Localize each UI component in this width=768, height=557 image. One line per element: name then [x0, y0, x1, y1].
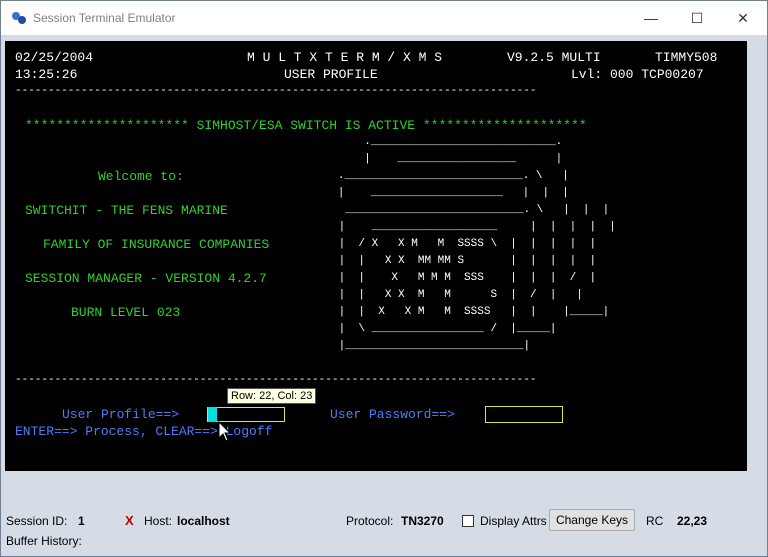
terminal-cursor: [208, 407, 217, 422]
host-value: localhost: [177, 514, 230, 528]
user-password-field[interactable]: [485, 406, 563, 423]
logo-line: | | X X M M S | / | |: [167, 289, 583, 301]
top-divider: ----------------------------------------…: [15, 85, 537, 97]
logo-line: | | X X M M SSSS | | |_____|: [167, 306, 610, 318]
terminal-time: 13:25:26: [15, 67, 78, 82]
logo-line: .____________________________.: [87, 136, 563, 148]
mouse-pointer-icon: [218, 421, 232, 442]
terminal-date: 02/25/2004: [15, 50, 94, 65]
window-title: Session Terminal Emulator: [33, 11, 176, 25]
logo-line: |___________________________|: [167, 340, 531, 352]
protocol-label: Protocol:: [346, 514, 394, 528]
buffer-history-label: Buffer History:: [6, 534, 82, 548]
protocol-value: TN3270: [401, 514, 444, 528]
logo-line: | __________________ |: [87, 153, 563, 165]
logo-line: | ___________________ | | | | |: [167, 221, 616, 233]
logo-line: | / X X M M SSSS \ | | | | |: [167, 238, 597, 250]
logo-line: | | X M M M SSS | | | / |: [167, 272, 597, 284]
minimize-button[interactable]: —: [628, 1, 674, 35]
change-keys-button[interactable]: Change Keys: [549, 509, 635, 531]
app-icon: [12, 12, 26, 24]
cursor-position-tooltip: Row: 22, Col: 23: [227, 388, 317, 404]
burn-level: BURN LEVEL 023: [71, 305, 181, 320]
terminal-screen[interactable]: 02/25/2004 M U L T X T E R M / X M S V9.…: [5, 41, 747, 471]
enter-clear-instructions: ENTER==> Process, CLEAR==> Logoff: [15, 424, 273, 439]
screen-title: USER PROFILE: [284, 67, 378, 82]
rc-value: 22,23: [677, 514, 708, 528]
logo-line: .___________________________. \ |: [87, 170, 569, 182]
maximize-button[interactable]: ☐: [674, 1, 720, 35]
user-profile-field[interactable]: [207, 407, 285, 422]
logo-line: ___________________________. \ | | |: [167, 204, 610, 216]
host-label: Host:: [144, 514, 173, 528]
close-button[interactable]: ✕: [720, 1, 766, 35]
logo-line: | | X X MM MM S | | | | |: [167, 255, 597, 267]
terminal-user: TIMMY508: [655, 50, 718, 65]
app-window: Session Terminal Emulator — ☐ ✕ 02/25/20…: [0, 0, 768, 557]
logo-line: | ____________________ | | |: [87, 187, 569, 199]
terminal-version: V9.2.5 MULTI: [507, 50, 601, 65]
logo-line: | \ _________________ / |_____|: [167, 323, 557, 335]
banner-line: ********************* SIMHOST/ESA SWITCH…: [25, 118, 587, 133]
terminal-product: M U L T X T E R M / X M S: [247, 50, 443, 65]
bottom-divider: ----------------------------------------…: [15, 374, 537, 386]
connection-error-icon: X: [125, 513, 134, 528]
session-id-value: 1: [78, 514, 85, 528]
display-attrs-label: Display Attrs: [480, 514, 547, 528]
terminal-level: Lvl: 000 TCP00207: [571, 67, 704, 82]
user-profile-label: User Profile==>: [62, 407, 180, 422]
user-password-label: User Password==>: [330, 407, 455, 422]
session-id-label: Session ID:: [6, 514, 68, 528]
display-attrs-checkbox[interactable]: [462, 515, 474, 527]
title-bar[interactable]: Session Terminal Emulator — ☐ ✕: [1, 1, 767, 35]
rc-label: RC: [646, 514, 664, 528]
